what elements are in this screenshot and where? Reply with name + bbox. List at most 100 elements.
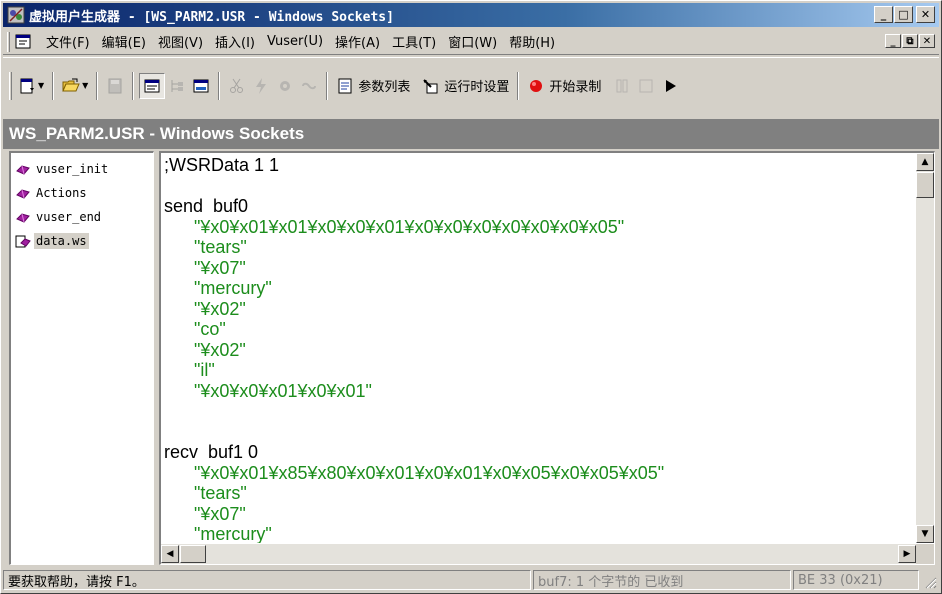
maximize-icon: □: [898, 8, 909, 21]
menu-help[interactable]: 帮助(H): [503, 32, 561, 51]
scroll-left-button[interactable]: ◀: [161, 545, 179, 563]
stop-icon: [637, 77, 655, 95]
tree-view-button[interactable]: [165, 73, 189, 99]
tree-item-vuser-init[interactable]: vuser_init: [11, 157, 153, 181]
cut-button[interactable]: [225, 73, 249, 99]
menu-bar: 文件(F) 编辑(E) 视图(V) 插入(I) Vuser(U) 操作(A) 工…: [3, 29, 939, 55]
code-line: "¥x02": [164, 298, 246, 319]
vertical-scroll-thumb[interactable]: [916, 172, 934, 198]
mdi-minimize-button[interactable]: _: [885, 34, 901, 48]
caption-buttons: _ □ ✕: [873, 6, 935, 23]
pause-icon: [613, 77, 631, 95]
menu-file[interactable]: 文件(F): [40, 32, 96, 51]
output-window-icon: [192, 77, 210, 95]
purple-gem-icon: [15, 186, 31, 200]
mdi-restore-icon: ⧉: [906, 35, 914, 47]
script-editor[interactable]: ;WSRData 1 1 send buf0 "¥x0¥x01¥x01¥x0¥x0…: [159, 151, 935, 565]
start-recording-button[interactable]: 开始录制: [524, 73, 604, 99]
play-icon: [661, 77, 679, 95]
menu-insert[interactable]: 插入(I): [209, 32, 261, 51]
mdi-close-button[interactable]: ✕: [919, 34, 935, 48]
menu-actions[interactable]: 操作(A): [329, 32, 386, 51]
code-line: "co": [164, 319, 226, 339]
link-button[interactable]: [297, 73, 321, 99]
mdi-close-icon: ✕: [922, 35, 932, 47]
status-help: 要获取帮助，请按 F1。: [3, 570, 531, 590]
status-offset-text: BE 33 (0x21): [798, 572, 883, 588]
minimize-button[interactable]: _: [874, 6, 893, 23]
scrollbar-corner: [916, 544, 934, 564]
tree-item-label: vuser_end: [36, 210, 102, 224]
status-help-text: 要获取帮助，请按 F1。: [8, 574, 145, 590]
menu-view[interactable]: 视图(V): [152, 32, 209, 51]
save-button[interactable]: [103, 73, 127, 99]
code-area[interactable]: ;WSRData 1 1 send buf0 "¥x0¥x01¥x01¥x0¥x0…: [164, 155, 916, 543]
code-line: "mercury": [164, 278, 272, 298]
status-buffer: buf7: 1 个字节的 已收到: [533, 570, 791, 590]
code-line: "¥x02": [164, 339, 246, 360]
new-script-button[interactable]: ▼: [15, 73, 47, 99]
status-bar: 要获取帮助，请按 F1。 buf7: 1 个字节的 已收到 BE 33 (0x2…: [3, 569, 939, 591]
horizontal-scrollbar[interactable]: ◀ ▶: [161, 544, 916, 564]
document-icon[interactable]: [14, 33, 34, 51]
tree-item-label: vuser_init: [36, 162, 109, 176]
code-line: "il": [164, 360, 215, 380]
tree-item-label: Actions: [36, 186, 87, 200]
parameter-list-button[interactable]: 参数列表: [333, 73, 413, 99]
title-bar[interactable]: 虚拟用户生成器 - [WS_PARM2.USR - Windows Socket…: [3, 3, 939, 27]
tree-item-vuser-end[interactable]: vuser_end: [11, 205, 153, 229]
minimize-icon: _: [880, 8, 887, 21]
tree-view-icon: [168, 77, 186, 95]
tree-item-actions[interactable]: Actions: [11, 181, 153, 205]
script-tree: vuser_init Actions vuser_end data.ws: [9, 151, 154, 565]
toolbar: ▼ ▼ 参数列表 运行时设置 开始录制: [3, 57, 939, 113]
runtime-settings-icon: [422, 77, 440, 95]
menu-tools[interactable]: 工具(T): [386, 32, 442, 51]
resize-grip-icon[interactable]: [923, 575, 937, 589]
menu-edit[interactable]: 编辑(E): [96, 32, 152, 51]
code-line: ;WSRData 1 1: [164, 155, 280, 175]
menu-window[interactable]: 窗口(W): [442, 32, 503, 51]
code-line: "¥x07": [164, 257, 246, 278]
play-button[interactable]: [658, 73, 682, 99]
vertical-scrollbar[interactable]: ▲ ▼: [916, 153, 934, 543]
scroll-down-button[interactable]: ▼: [916, 525, 934, 543]
chevron-down-icon: ▼: [38, 81, 45, 90]
horizontal-scroll-thumb[interactable]: [180, 545, 206, 563]
script-view-button[interactable]: [139, 72, 166, 99]
window-title: 虚拟用户生成器 - [WS_PARM2.USR - Windows Socket…: [29, 9, 394, 25]
parameter-list-label: 参数列表: [358, 80, 411, 95]
menubar-grip[interactable]: [7, 31, 10, 52]
mdi-minimize-icon: _: [890, 35, 896, 47]
tree-item-data-ws[interactable]: data.ws: [11, 229, 153, 253]
data-file-icon: [15, 234, 31, 248]
record-icon: [527, 77, 545, 95]
link-icon: [300, 77, 318, 95]
scroll-up-button[interactable]: ▲: [916, 153, 934, 171]
start-recording-label: 开始录制: [549, 80, 602, 95]
menu-vuser[interactable]: Vuser(U): [261, 34, 329, 49]
status-offset: BE 33 (0x21): [793, 570, 919, 590]
maximize-button[interactable]: □: [894, 6, 913, 23]
compile-button[interactable]: [249, 73, 273, 99]
open-button[interactable]: ▼: [59, 73, 91, 99]
open-folder-icon: [62, 77, 80, 95]
stop-button[interactable]: [634, 73, 658, 99]
document-title-bar[interactable]: WS_PARM2.USR - Windows Sockets: [3, 119, 939, 149]
mdi-restore-button[interactable]: ⧉: [902, 34, 918, 48]
tree-item-label: data.ws: [34, 233, 89, 249]
lightning-icon: [252, 77, 270, 95]
code-line: "¥x0¥x0¥x01¥x0¥x01": [164, 380, 372, 401]
run-button[interactable]: [273, 73, 297, 99]
pause-button[interactable]: [610, 73, 634, 99]
scroll-right-button[interactable]: ▶: [898, 545, 916, 563]
runtime-settings-button[interactable]: 运行时设置: [419, 73, 512, 99]
output-window-button[interactable]: [189, 73, 213, 99]
toolbar-grip[interactable]: [9, 71, 12, 100]
close-button[interactable]: ✕: [916, 6, 935, 23]
parameter-list-icon: [336, 77, 354, 95]
arrow-up-icon: ▲: [921, 157, 929, 167]
